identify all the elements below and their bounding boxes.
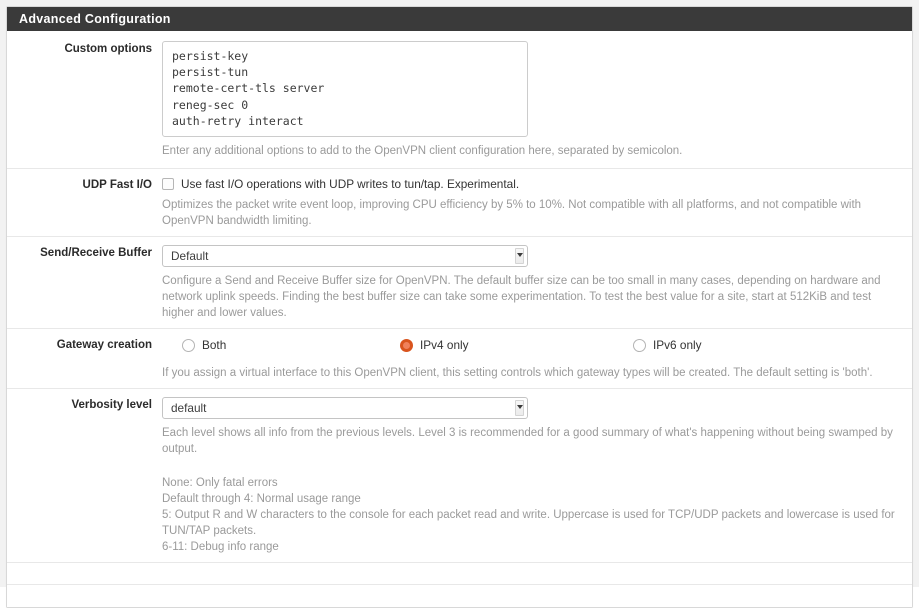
radio-ipv4-only-label: IPv4 only [420,338,469,352]
label-udp-fast-io: UDP Fast I/O [82,179,152,191]
row-gateway-creation: Gateway creation Both IPv4 only IPv6 onl… [7,329,912,389]
custom-options-textarea[interactable]: persist-key persist-tun remote-cert-tls … [162,41,528,137]
field-custom-options: persist-key persist-tun remote-cert-tls … [162,41,912,159]
send-receive-buffer-select[interactable]: Default [162,245,528,267]
help-verbosity-level-lines: None: Only fatal errors Default through … [162,475,900,555]
gateway-option-both[interactable]: Both [162,338,400,352]
advanced-configuration-panel: Advanced Configuration Custom options pe… [6,6,913,608]
gateway-creation-radio-group: Both IPv4 only IPv6 only [162,337,900,352]
row-blank-1 [7,563,912,585]
radio-ipv4-only[interactable] [400,338,413,352]
field-gateway-creation: Both IPv4 only IPv6 only If you assign a… [162,337,912,381]
radio-ipv6-only[interactable] [633,338,646,352]
radio-ipv6-only-label: IPv6 only [653,338,702,352]
radio-both-label: Both [202,338,227,352]
row-verbosity-level: Verbosity level default Each level shows… [7,389,912,563]
verbosity-line-none: None: Only fatal errors [162,477,278,489]
udp-fast-io-checkbox-label: Use fast I/O operations with UDP writes … [181,177,520,191]
verbosity-line-debug: 6-11: Debug info range [162,541,279,553]
chevron-down-icon[interactable] [515,400,524,416]
page-root: Advanced Configuration Custom options pe… [0,0,919,608]
row-send-receive-buffer: Send/Receive Buffer Default Configure a … [7,237,912,329]
radio-both[interactable] [182,338,195,352]
label-verbosity-level: Verbosity level [71,399,152,411]
send-receive-buffer-value: Default [171,249,209,263]
help-custom-options: Enter any additional options to add to t… [162,145,683,157]
row-custom-options: Custom options persist-key persist-tun r… [7,31,912,169]
row-udp-fast-io: UDP Fast I/O Use fast I/O operations wit… [7,169,912,237]
help-udp-fast-io: Optimizes the packet write event loop, i… [162,199,862,227]
help-gateway-creation: If you assign a virtual interface to thi… [162,367,873,379]
help-send-receive-buffer: Configure a Send and Receive Buffer size… [162,275,881,319]
verbosity-line-default: Default through 4: Normal usage range [162,493,361,505]
help-verbosity-level: Each level shows all info from the previ… [162,427,893,455]
chevron-down-icon[interactable] [515,248,524,264]
row-blank-2 [7,585,912,607]
panel-title: Advanced Configuration [7,7,912,31]
verbosity-level-select[interactable]: default [162,397,528,419]
label-custom-options: Custom options [64,43,152,55]
udp-fast-io-checkbox[interactable] [162,178,174,190]
gateway-option-ipv6-only[interactable]: IPv6 only [633,338,833,352]
label-send-receive-buffer: Send/Receive Buffer [40,247,152,259]
label-gateway-creation: Gateway creation [56,339,152,351]
field-udp-fast-io: Use fast I/O operations with UDP writes … [162,177,912,229]
verbosity-line-five: 5: Output R and W characters to the cons… [162,509,895,537]
field-send-receive-buffer: Default Configure a Send and Receive Buf… [162,245,912,321]
gateway-option-ipv4-only[interactable]: IPv4 only [400,338,633,352]
field-verbosity-level: default Each level shows all info from t… [162,397,912,555]
panel-body: Custom options persist-key persist-tun r… [7,31,912,607]
udp-fast-io-checkbox-row[interactable]: Use fast I/O operations with UDP writes … [162,177,900,191]
verbosity-level-value: default [171,401,207,415]
